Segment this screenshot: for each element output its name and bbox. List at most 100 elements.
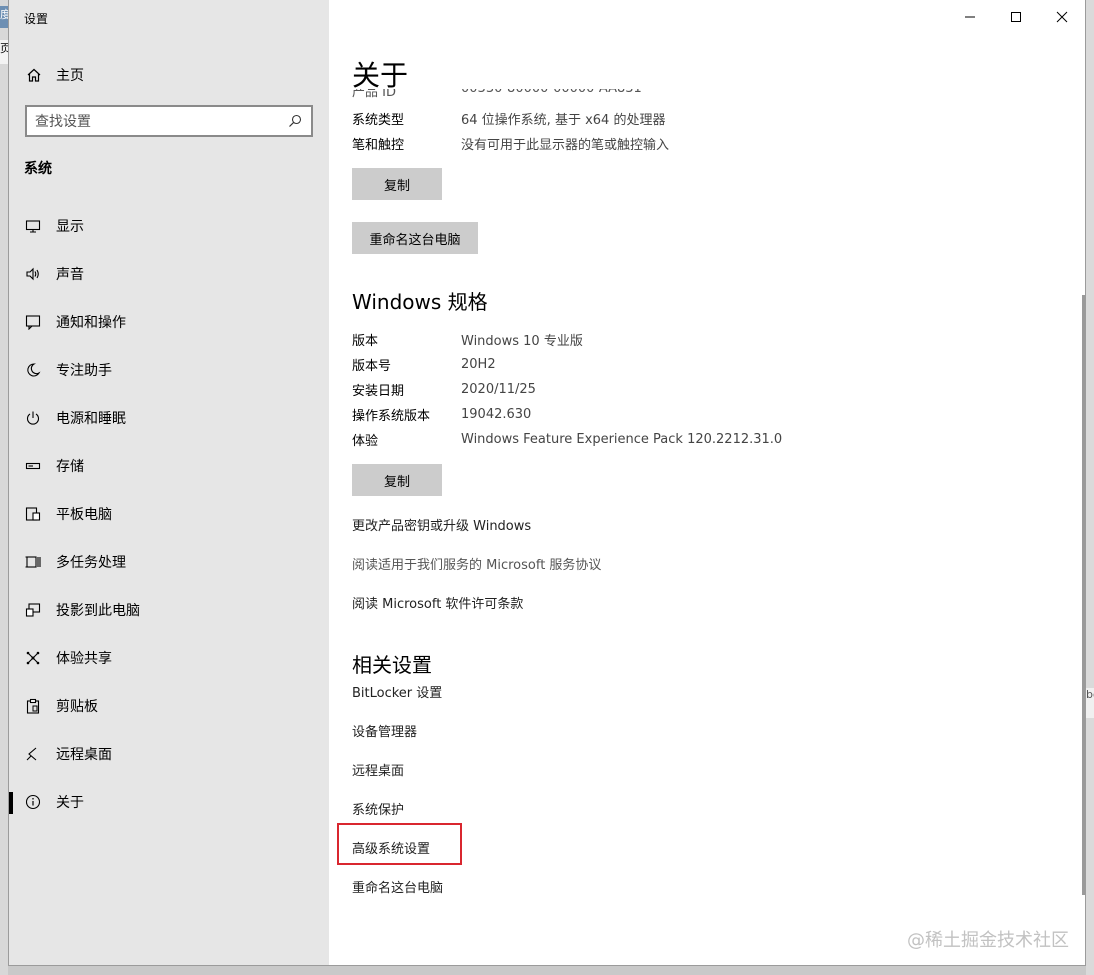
sidebar-item-label: 声音 bbox=[56, 267, 84, 283]
remote-desktop-link[interactable]: 远程桌面 bbox=[352, 760, 404, 779]
speaker-icon bbox=[24, 265, 42, 283]
bitlocker-settings-link[interactable]: BitLocker 设置 bbox=[352, 682, 442, 701]
sidebar-item-sound[interactable]: 声音 bbox=[9, 250, 329, 298]
system-type-row: 系统类型 64 位操作系统, 基于 x64 的处理器 bbox=[352, 108, 665, 128]
notification-icon bbox=[24, 313, 42, 331]
background-window-fragment: 页 bbox=[0, 40, 8, 64]
system-protection-link[interactable]: 系统保护 bbox=[352, 799, 404, 818]
sidebar-item-tablet[interactable]: 平板电脑 bbox=[9, 490, 329, 538]
product-id-row-clipped: 产品 ID 00330-80000-00000-AA831 bbox=[352, 89, 752, 101]
moon-icon bbox=[24, 361, 42, 379]
sidebar-item-label: 远程桌面 bbox=[56, 747, 112, 763]
sidebar-item-label: 多任务处理 bbox=[56, 555, 126, 571]
change-product-key-link[interactable]: 更改产品密钥或升级 Windows bbox=[352, 515, 531, 534]
related-settings-heading: 相关设置 bbox=[352, 653, 432, 677]
search-icon[interactable] bbox=[287, 113, 303, 129]
sidebar-item-label: 平板电脑 bbox=[56, 507, 112, 523]
version-row: 版本号 20H2 bbox=[352, 354, 496, 374]
info-icon bbox=[24, 793, 42, 811]
row-value: 2020/11/25 bbox=[461, 381, 536, 397]
minimize-icon bbox=[965, 16, 975, 18]
sidebar-item-label: 关于 bbox=[56, 795, 84, 811]
row-key: 版本 bbox=[352, 333, 379, 349]
minimize-button[interactable] bbox=[947, 0, 993, 34]
install-date-row: 安装日期 2020/11/25 bbox=[352, 379, 536, 399]
sidebar-item-shared-experience[interactable]: 体验共享 bbox=[9, 634, 329, 682]
maximize-icon bbox=[1011, 12, 1021, 22]
edition-row: 版本 Windows 10 专业版 bbox=[352, 329, 583, 349]
row-value: 64 位操作系统, 基于 x64 的处理器 bbox=[461, 112, 666, 128]
maximize-button[interactable] bbox=[993, 0, 1039, 34]
window-controls bbox=[947, 0, 1085, 34]
sidebar-item-project[interactable]: 投影到此电脑 bbox=[9, 586, 329, 634]
scrollbar[interactable] bbox=[1082, 295, 1085, 895]
row-value: 没有可用于此显示器的笔或触控输入 bbox=[461, 137, 670, 153]
background-fragment-text: 页 bbox=[0, 42, 8, 55]
multitask-icon bbox=[24, 553, 42, 571]
highlight-annotation bbox=[337, 823, 462, 865]
search-input[interactable]: 查找设置 bbox=[25, 105, 313, 137]
row-key: 体验 bbox=[352, 433, 379, 449]
background-window-right bbox=[1086, 0, 1094, 975]
sidebar-item-label: 体验共享 bbox=[56, 651, 112, 667]
page-title: 关于 bbox=[352, 59, 409, 92]
home-nav-item[interactable]: 主页 bbox=[24, 63, 314, 87]
app-title: 设置 bbox=[24, 12, 49, 26]
sidebar-item-display[interactable]: 显示 bbox=[9, 202, 329, 250]
main-content: 关于 产品 ID 00330-80000-00000-AA831 系统类型 64… bbox=[329, 0, 1085, 965]
section-title: 系统 bbox=[24, 161, 52, 177]
monitor-icon bbox=[24, 217, 42, 235]
row-value: 19042.630 bbox=[461, 406, 532, 422]
sidebar-item-label: 电源和睡眠 bbox=[56, 411, 126, 427]
device-manager-link[interactable]: 设备管理器 bbox=[352, 721, 417, 740]
remote-icon bbox=[24, 745, 42, 763]
home-label: 主页 bbox=[56, 68, 84, 84]
home-icon bbox=[24, 65, 44, 85]
row-value: Windows 10 专业版 bbox=[461, 333, 583, 349]
experience-row: 体验 Windows Feature Experience Pack 120.2… bbox=[352, 429, 782, 449]
sidebar-item-power[interactable]: 电源和睡眠 bbox=[9, 394, 329, 442]
sidebar-item-label: 通知和操作 bbox=[56, 315, 126, 331]
sidebar-item-label: 存储 bbox=[56, 459, 84, 475]
storage-icon bbox=[24, 457, 42, 475]
license-terms-link[interactable]: 阅读 Microsoft 软件许可条款 bbox=[352, 593, 523, 612]
services-agreement-link[interactable]: 阅读适用于我们服务的 Microsoft 服务协议 bbox=[352, 554, 601, 573]
rename-pc-button[interactable]: 重命名这台电脑 bbox=[352, 222, 478, 254]
copy-device-specs-button[interactable]: 复制 bbox=[352, 168, 442, 200]
row-key: 笔和触控 bbox=[352, 137, 405, 153]
sidebar-item-focus-assist[interactable]: 专注助手 bbox=[9, 346, 329, 394]
clipboard-icon bbox=[24, 697, 42, 715]
sidebar-item-storage[interactable]: 存储 bbox=[9, 442, 329, 490]
search-placeholder: 查找设置 bbox=[35, 114, 91, 130]
sidebar-item-about[interactable]: 关于 bbox=[9, 778, 329, 826]
row-value: Windows Feature Experience Pack 120.2212… bbox=[461, 431, 783, 447]
sidebar-item-notifications[interactable]: 通知和操作 bbox=[9, 298, 329, 346]
sidebar-item-label: 投影到此电脑 bbox=[56, 603, 140, 619]
background-window-right-fragment: bo bbox=[1086, 688, 1094, 718]
sidebar-item-label: 显示 bbox=[56, 219, 84, 235]
os-build-row: 操作系统版本 19042.630 bbox=[352, 404, 531, 424]
settings-window: 设置 主页 查找设置 系统 显示 声音 通知和操作 专注助手 电源和睡眠 存储 … bbox=[8, 0, 1086, 966]
background-right-text: bo bbox=[1086, 688, 1094, 701]
close-icon bbox=[1056, 11, 1068, 23]
rename-pc-link[interactable]: 重命名这台电脑 bbox=[352, 877, 443, 896]
background-window-tab: 度 bbox=[0, 6, 8, 28]
project-icon bbox=[24, 601, 42, 619]
background-window-left bbox=[0, 0, 8, 975]
sidebar-item-clipboard[interactable]: 剪贴板 bbox=[9, 682, 329, 730]
windows-specs-heading: Windows 规格 bbox=[352, 290, 488, 314]
background-tab-text: 度 bbox=[0, 8, 8, 21]
sidebar-nav: 显示 声音 通知和操作 专注助手 电源和睡眠 存储 平板电脑 多任务处理 投影到… bbox=[9, 202, 329, 826]
product-id-value: 00330-80000-00000-AA831 bbox=[461, 89, 642, 100]
row-key: 安装日期 bbox=[352, 383, 405, 399]
power-icon bbox=[24, 409, 42, 427]
close-button[interactable] bbox=[1039, 0, 1085, 34]
copy-windows-specs-button[interactable]: 复制 bbox=[352, 464, 442, 496]
sidebar: 设置 主页 查找设置 系统 显示 声音 通知和操作 专注助手 电源和睡眠 存储 … bbox=[9, 0, 329, 965]
sidebar-item-remote-desktop[interactable]: 远程桌面 bbox=[9, 730, 329, 778]
sidebar-item-multitasking[interactable]: 多任务处理 bbox=[9, 538, 329, 586]
share-icon bbox=[24, 649, 42, 667]
product-id-key: 产品 ID bbox=[352, 89, 396, 100]
row-value: 20H2 bbox=[461, 356, 496, 372]
row-key: 操作系统版本 bbox=[352, 408, 431, 424]
